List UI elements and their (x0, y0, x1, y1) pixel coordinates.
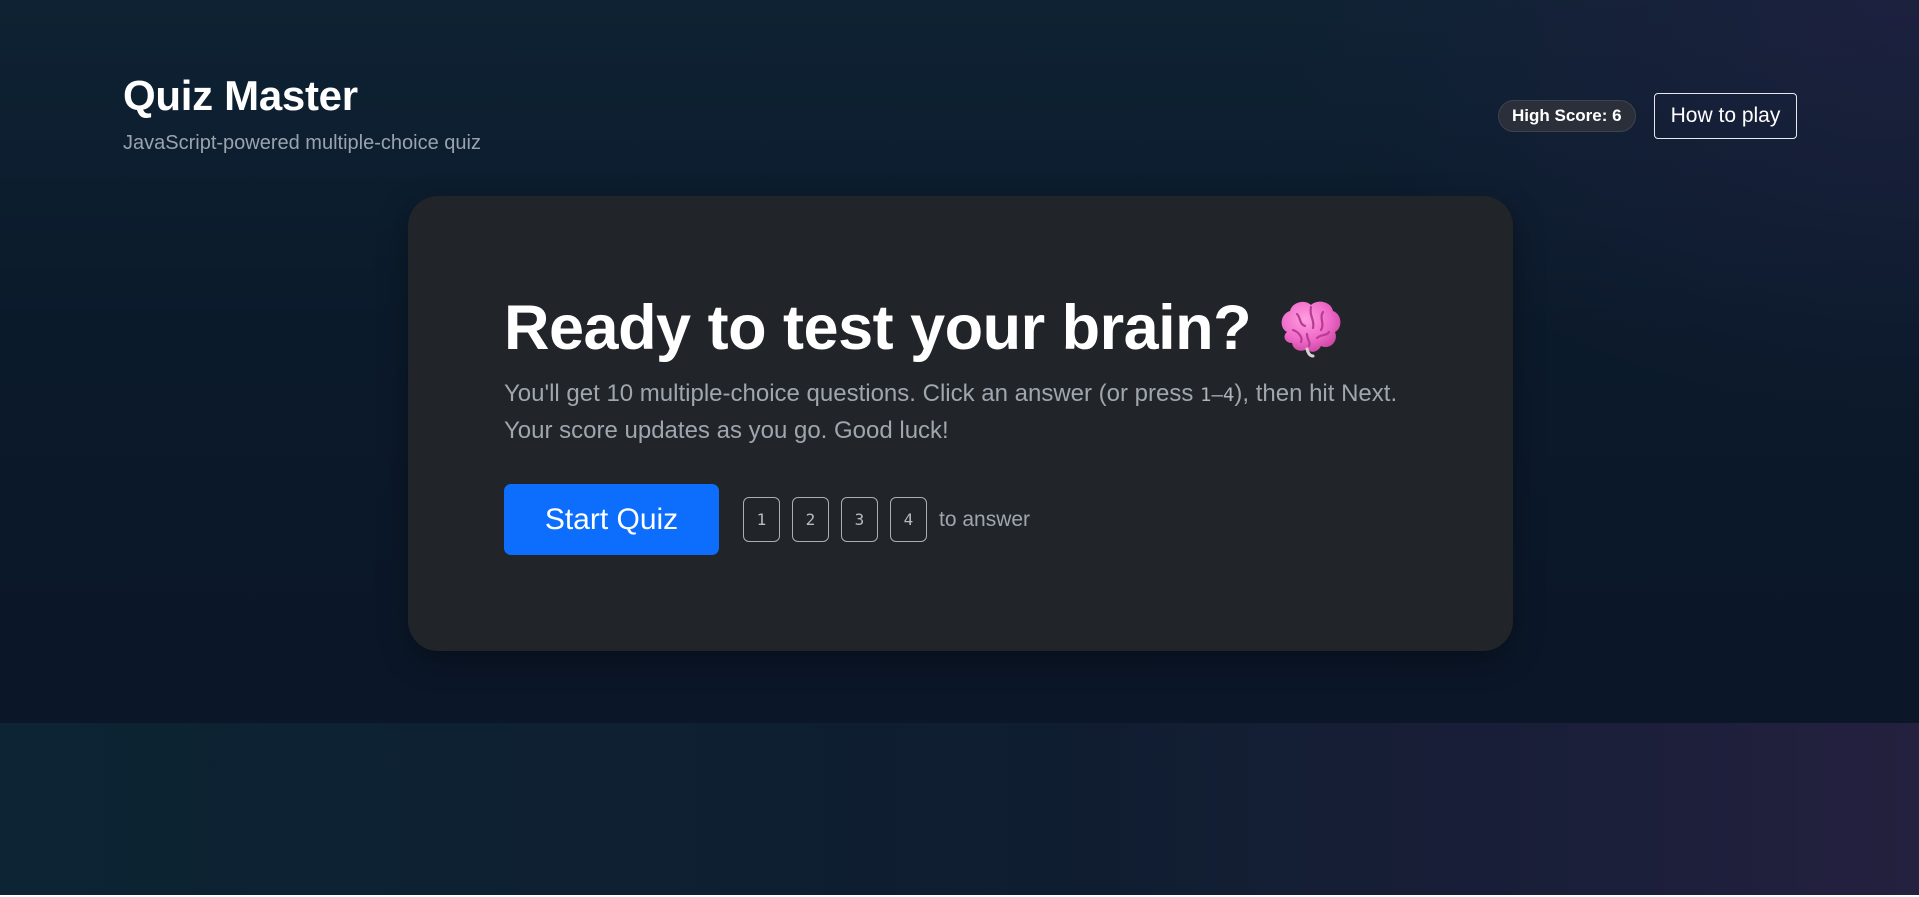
keyboard-hint: 1 2 3 4 to answer (743, 497, 1030, 542)
app-subtitle: JavaScript-powered multiple-choice quiz (123, 132, 481, 154)
key-4: 4 (890, 497, 927, 542)
brain-icon (1277, 298, 1343, 358)
app-title: Quiz Master (123, 72, 358, 119)
intro-description: You'll get 10 multiple-choice questions.… (504, 376, 1414, 449)
keys-hint-text: to answer (939, 507, 1031, 531)
intro-heading: Ready to test your brain? (504, 292, 1343, 364)
intro-description-part1: You'll get 10 multiple-choice questions.… (504, 380, 1201, 407)
start-quiz-button[interactable]: Start Quiz (504, 484, 719, 555)
high-score-badge: High Score: 6 (1498, 100, 1636, 132)
how-to-play-button[interactable]: How to play (1654, 93, 1797, 139)
key-1: 1 (743, 497, 780, 542)
intro-description-keys: 1–4 (1200, 384, 1235, 406)
key-2: 2 (792, 497, 829, 542)
key-3: 3 (841, 497, 878, 542)
intro-heading-text: Ready to test your brain? (504, 293, 1252, 363)
app-background: Quiz Master JavaScript-powered multiple-… (0, 0, 1919, 723)
lower-background-band (0, 723, 1919, 897)
intro-card: Ready to test your brain? You'll get 10 … (408, 196, 1513, 651)
